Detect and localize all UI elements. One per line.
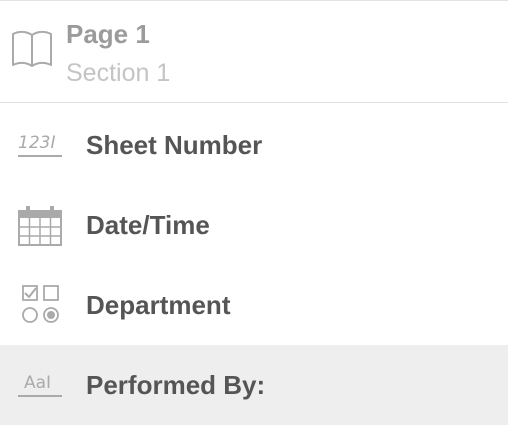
svg-text:123I: 123I	[18, 133, 55, 153]
field-list-panel: Page 1 Section 1 123I Sheet Number Date/…	[0, 0, 508, 444]
section-subtitle: Section 1	[66, 59, 171, 87]
book-icon	[12, 30, 52, 67]
field-label: Sheet Number	[86, 130, 263, 160]
field-label: Performed By:	[86, 370, 266, 400]
field-row-performed-by[interactable]: AaI Performed By:	[0, 345, 508, 425]
field-label: Department	[86, 290, 231, 320]
field-label: Date/Time	[86, 210, 210, 240]
field-row-sheet-number[interactable]: 123I Sheet Number	[0, 105, 508, 185]
field-row-department[interactable]: Department	[0, 265, 508, 345]
svg-text:AaI: AaI	[24, 373, 51, 393]
page-header[interactable]: Page 1 Section 1	[0, 1, 508, 103]
page-title: Page 1	[66, 19, 150, 49]
field-row-date-time[interactable]: Date/Time	[0, 185, 508, 265]
choice-field-icon	[22, 285, 59, 323]
calendar-icon	[18, 206, 62, 246]
text-field-icon: AaI	[18, 373, 62, 397]
number-field-icon: 123I	[18, 133, 62, 157]
